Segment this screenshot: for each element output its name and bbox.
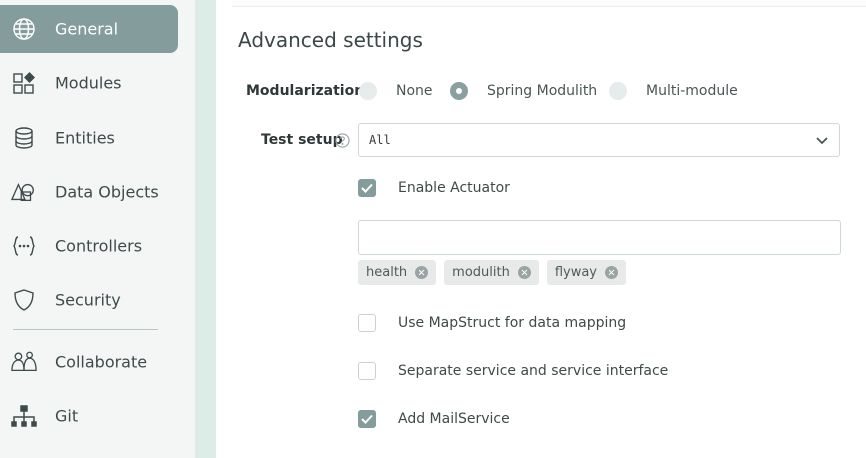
checkbox-checked[interactable]: [358, 179, 376, 197]
actuator-endpoints-input[interactable]: [358, 220, 841, 255]
tag-chip: health: [358, 260, 437, 285]
separate-service-checkbox[interactable]: Separate service and service interface: [358, 362, 668, 380]
sidebar-item-git[interactable]: Git: [0, 392, 178, 440]
radio-spring-modulith[interactable]: Spring Modulith: [450, 82, 597, 100]
remove-tag-icon[interactable]: [415, 266, 429, 279]
checkbox-label: Enable Actuator: [398, 180, 510, 196]
tag-label: health: [366, 265, 408, 280]
previous-section-edge: [232, 0, 866, 7]
tag-label: flyway: [554, 265, 598, 280]
checkbox-label: Separate service and service interface: [398, 363, 669, 379]
mapstruct-checkbox[interactable]: Use MapStruct for data mapping: [358, 314, 626, 332]
sidebar-item-label: Data Objects: [55, 182, 159, 202]
sidebar-divider: [13, 329, 158, 330]
help-icon[interactable]: [335, 133, 350, 148]
sidebar-item-label: Collaborate: [55, 352, 148, 372]
radio-button[interactable]: [450, 82, 468, 100]
checkbox-checked[interactable]: [358, 410, 376, 428]
sidebar-item-security[interactable]: Security: [0, 276, 178, 324]
section-title: Advanced settings: [238, 28, 423, 52]
braces-icon: [11, 233, 37, 259]
main-content: Advanced settings Modularization None Sp…: [216, 0, 866, 458]
sidebar-item-label: Git: [55, 406, 79, 426]
shapes-icon: [11, 179, 37, 205]
sidebar-item-collaborate[interactable]: Collaborate: [0, 338, 178, 386]
actuator-tags: health modulith flyway: [358, 260, 627, 285]
radio-none[interactable]: None: [359, 82, 433, 100]
tag-label: modulith: [452, 265, 510, 280]
select-value: All: [369, 133, 391, 147]
git-tree-icon: [11, 403, 37, 429]
sidebar-item-label: Controllers: [55, 236, 143, 256]
sidebar-item-entities[interactable]: Entities: [0, 114, 178, 162]
sidebar-gutter: [195, 0, 216, 458]
globe-icon: [11, 16, 37, 42]
checkbox-label: Use MapStruct for data mapping: [398, 315, 627, 331]
sidebar-item-label: Security: [55, 290, 121, 310]
people-icon: [11, 349, 37, 375]
mail-service-checkbox[interactable]: Add MailService: [358, 410, 510, 428]
radio-multi-module[interactable]: Multi-module: [609, 82, 738, 100]
sidebar: General Modules Entities Data Objects Co…: [0, 0, 195, 458]
tag-chip: flyway: [546, 260, 627, 285]
chevron-down-icon: [815, 133, 829, 147]
test-setup-label: Test setup: [261, 132, 343, 148]
shield-icon: [11, 287, 37, 313]
modularization-label: Modularization: [246, 83, 365, 99]
radio-label: Multi-module: [646, 83, 738, 99]
remove-tag-icon[interactable]: [517, 266, 531, 279]
radio-button[interactable]: [609, 82, 627, 100]
checkbox-label: Add MailService: [398, 411, 510, 427]
sidebar-item-data-objects[interactable]: Data Objects: [0, 168, 178, 216]
sidebar-item-label: Entities: [55, 128, 115, 148]
radio-label: None: [396, 83, 433, 99]
remove-tag-icon[interactable]: [605, 266, 619, 279]
sidebar-item-controllers[interactable]: Controllers: [0, 222, 178, 270]
checkbox-unchecked[interactable]: [358, 314, 376, 332]
database-icon: [11, 125, 37, 151]
tag-chip: modulith: [444, 260, 539, 285]
sidebar-item-modules[interactable]: Modules: [0, 59, 178, 107]
enable-actuator-checkbox[interactable]: Enable Actuator: [358, 179, 510, 197]
radio-button[interactable]: [359, 82, 377, 100]
radio-label: Spring Modulith: [487, 83, 598, 99]
test-setup-select[interactable]: All: [358, 123, 840, 157]
checkbox-unchecked[interactable]: [358, 362, 376, 380]
sidebar-item-general[interactable]: General: [0, 5, 178, 53]
modules-icon: [11, 70, 37, 96]
sidebar-item-label: General: [55, 19, 119, 39]
sidebar-item-label: Modules: [55, 73, 122, 93]
